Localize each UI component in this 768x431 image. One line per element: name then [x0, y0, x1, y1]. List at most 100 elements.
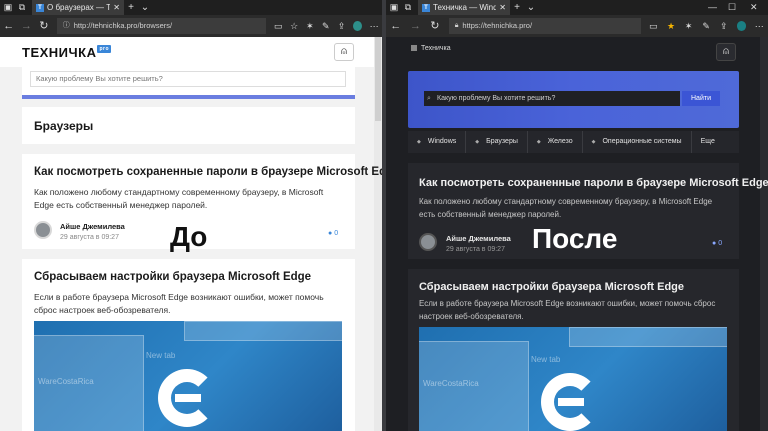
more-icon[interactable]: ⋯ [750, 15, 768, 37]
search-button[interactable]: Найти [682, 91, 720, 106]
notes-pen-icon[interactable]: ✎ [697, 15, 715, 37]
address-text: https://tehnichka.pro/ [462, 21, 533, 30]
search-hero: ⌕ Какую проблему Вы хотите решить? Найти [408, 71, 739, 128]
page-content-after: Техничка ⍝ ⌕ Какую проблему Вы хотите реш… [386, 37, 768, 431]
window-shape [184, 321, 342, 341]
favorite-star-icon[interactable]: ☆ [286, 15, 302, 37]
extension-icon[interactable] [736, 21, 747, 31]
before-label: До [170, 221, 208, 252]
address-bar[interactable]: 🔒︎ https://tehnichka.pro/ [448, 18, 641, 34]
article-excerpt: Как положено любому стандартному совреме… [419, 197, 713, 219]
user-icon: ⍝ [341, 46, 347, 57]
window-menu-icon[interactable]: ▣ [388, 0, 400, 15]
article-image[interactable]: WareCostaRica New tab [419, 327, 727, 431]
notes-pen-icon[interactable]: ✎ [318, 15, 334, 37]
navigation-toolbar: ← → ↻ ⓘ http://tehnichka.pro/browsers/ ▭… [0, 15, 382, 37]
avatar[interactable] [34, 221, 52, 239]
tab-title: Техничка — Windows, ( [433, 3, 497, 12]
refresh-icon[interactable]: ↻ [35, 15, 53, 37]
forward-icon[interactable]: → [18, 15, 36, 37]
close-tab-icon[interactable]: ✕ [499, 0, 506, 15]
tab-preview-icon[interactable]: ⧉ [16, 0, 28, 15]
share-icon[interactable]: ⇪ [715, 15, 733, 37]
nav-item-more[interactable]: Еще [692, 131, 724, 153]
comment-count[interactable]: ● 0 [328, 230, 338, 237]
post-date: 29 августа в 09:27 [446, 246, 505, 253]
tab-title: О браузерах — Технич [47, 3, 111, 12]
watermark: WareCostaRica [38, 377, 94, 386]
article-card: Сбрасываем настройки браузера Microsoft … [408, 269, 739, 431]
user-account-button[interactable]: ⍝ [716, 43, 736, 61]
address-bar[interactable]: ⓘ http://tehnichka.pro/browsers/ [56, 18, 267, 34]
site-logo[interactable]: ТЕХНИЧКА pro [22, 45, 112, 60]
reading-view-icon[interactable]: ▭ [645, 15, 663, 37]
article-excerpt: Как положено любому стандартному совреме… [34, 187, 324, 210]
tab-bar: ▣ ⧉ T О браузерах — Технич ✕ + ⌄ [0, 0, 382, 15]
search-input[interactable]: Какую проблему Вы хотите решить? [30, 71, 346, 87]
site-header: ТЕХНИЧКА pro ⍝ [0, 37, 374, 67]
tab-bar: ▣ ⧉ T Техничка — Windows, ( ✕ + ⌄ — ☐ ✕ [386, 0, 768, 15]
search-panel: Какую проблему Вы хотите решить? [22, 67, 355, 99]
logo-badge: pro [97, 45, 112, 53]
back-icon[interactable]: ← [386, 15, 406, 37]
refresh-icon[interactable]: ↻ [425, 15, 445, 37]
new-tab-icon[interactable]: + [510, 0, 524, 15]
site-favicon-icon: T [422, 3, 430, 12]
close-tab-icon[interactable]: ✕ [113, 0, 120, 15]
chevron-down-icon[interactable]: ⌄ [524, 0, 538, 15]
extension-icon[interactable] [353, 21, 363, 31]
lock-icon[interactable]: 🔒︎ [455, 18, 459, 34]
maximize-icon[interactable]: ☐ [728, 0, 736, 15]
article-excerpt: Если в работе браузера Microsoft Edge во… [419, 299, 716, 321]
tab-active[interactable]: T О браузерах — Технич ✕ [32, 0, 124, 15]
search-input[interactable]: ⌕ Какую проблему Вы хотите решить? [424, 91, 680, 106]
nav-item-windows[interactable]: ◆ Windows [408, 131, 467, 153]
favorites-hub-icon[interactable]: ✶ [680, 15, 698, 37]
reading-view-icon[interactable]: ▭ [270, 15, 286, 37]
article-card: Сбрасываем настройки браузера Microsoft … [22, 259, 355, 431]
favorites-hub-icon[interactable]: ✶ [302, 15, 318, 37]
favorite-star-icon[interactable]: ★ [662, 15, 680, 37]
article-title[interactable]: Сбрасываем настройки браузера Microsoft … [419, 281, 684, 293]
author-name[interactable]: Айше Джемилева [446, 234, 511, 243]
article-title[interactable]: Как посмотреть сохраненные пароли в брау… [34, 166, 382, 178]
scrollbar-thumb[interactable] [375, 37, 381, 121]
more-icon[interactable]: ⋯ [366, 15, 382, 37]
forward-icon[interactable]: → [406, 15, 426, 37]
avatar[interactable] [419, 233, 437, 251]
nav-item-hardware[interactable]: ◆ Железо [528, 131, 583, 153]
chevron-down-icon[interactable]: ⌄ [138, 0, 152, 15]
page-info-icon[interactable]: ⓘ [63, 18, 70, 34]
image-tab-text: New tab [531, 355, 561, 364]
minimize-icon[interactable]: — [708, 0, 717, 15]
user-account-button[interactable]: ⍝ [334, 43, 354, 61]
article-title[interactable]: Сбрасываем настройки браузера Microsoft … [34, 271, 311, 283]
back-icon[interactable]: ← [0, 15, 18, 37]
nav-item-os[interactable]: ◆ Операционные системы [583, 131, 692, 153]
article-title[interactable]: Как посмотреть сохраненные пароли в брау… [419, 177, 768, 189]
category-header: Браузеры [22, 107, 355, 144]
comment-count[interactable]: ● 0 [712, 240, 722, 247]
arrow-icon: ◆ [591, 139, 596, 145]
author-name[interactable]: Айше Джемилева [60, 222, 125, 231]
edge-logo-icon [158, 369, 216, 427]
category-nav: ◆ Windows ◆ Браузеры ◆ Железо ◆ Операционные… [408, 131, 739, 153]
window-menu-icon[interactable]: ▣ [2, 0, 14, 15]
new-tab-icon[interactable]: + [124, 0, 138, 15]
browser-window-after: ▣ ⧉ T Техничка — Windows, ( ✕ + ⌄ — ☐ ✕ … [386, 0, 768, 431]
arrow-icon: ◆ [536, 139, 541, 145]
share-icon[interactable]: ⇪ [334, 15, 350, 37]
close-window-icon[interactable]: ✕ [750, 0, 758, 15]
search-icon: ⌕ [427, 95, 431, 102]
tab-preview-icon[interactable]: ⧉ [402, 0, 414, 15]
category-title: Браузеры [34, 119, 94, 133]
nav-item-browsers[interactable]: ◆ Браузеры [466, 131, 528, 153]
article-image[interactable]: WareCostaRica New tab [34, 321, 342, 431]
tab-active[interactable]: T Техничка — Windows, ( ✕ [418, 0, 510, 15]
window-shape [569, 327, 727, 347]
site-logo[interactable]: Техничка [411, 45, 451, 52]
scrollbar-track[interactable] [760, 37, 768, 431]
arrow-icon: ◆ [475, 139, 480, 145]
browser-window-before: ▣ ⧉ T О браузерах — Технич ✕ + ⌄ ← → ↻ ⓘ… [0, 0, 382, 431]
edge-logo-icon [541, 373, 599, 431]
